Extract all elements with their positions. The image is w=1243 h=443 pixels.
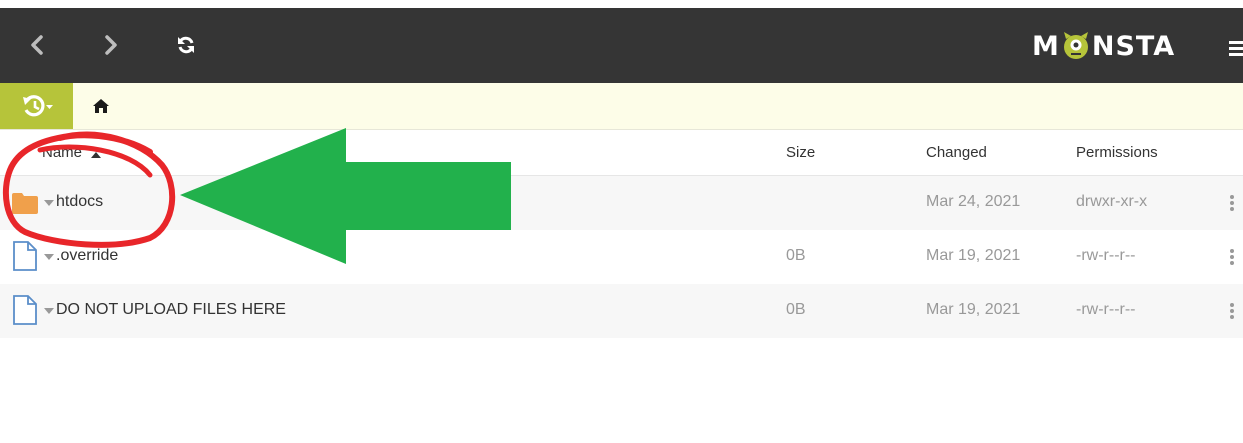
column-header-changed[interactable]: Changed [926,144,987,161]
back-button[interactable] [22,30,52,60]
column-header-permissions[interactable]: Permissions [1076,144,1158,161]
kebab-dot [1230,309,1234,313]
kebab-dot [1230,207,1234,211]
history-icon [22,95,53,117]
file-size: 0B [786,247,806,264]
logo-text-end: NSTA [1091,30,1176,62]
column-header-size[interactable]: Size [786,144,815,161]
chevron-down-icon[interactable] [44,200,54,206]
row-menu-button[interactable] [1230,195,1236,211]
folder-icon [12,193,38,214]
file-browser-page: M NSTA Name Size Changed Permissions htd… [0,0,1243,443]
kebab-dot [1230,315,1234,319]
table-row[interactable]: DO NOT UPLOAD FILES HERE 0B Mar 19, 2021… [0,284,1243,338]
kebab-dot [1230,261,1234,265]
file-changed: Mar 19, 2021 [926,247,1021,264]
monster-logo-icon [1063,32,1088,59]
chevron-left-icon [31,35,43,55]
file-name[interactable]: htdocs [56,193,103,211]
kebab-dot [1230,249,1234,253]
file-name[interactable]: DO NOT UPLOAD FILES HERE [56,301,286,319]
logo-text-start: M [1032,30,1060,62]
file-icon [13,241,37,271]
hamburger-line [1229,53,1243,56]
file-permissions: drwxr-xr-x [1076,193,1148,210]
kebab-dot [1230,195,1234,199]
file-changed: Mar 19, 2021 [926,301,1021,318]
breadcrumb [0,83,1243,130]
top-strip [0,0,1243,8]
hamburger-menu-icon [1229,41,1243,44]
row-menu-button[interactable] [1230,303,1236,319]
row-menu-button[interactable] [1230,249,1236,265]
forward-button[interactable] [96,30,126,60]
file-permissions: -rw-r--r-- [1076,301,1136,318]
hamburger-line [1229,47,1243,50]
table-row[interactable]: htdocs Mar 24, 2021 drwxr-xr-x [0,176,1243,230]
file-changed: Mar 24, 2021 [926,193,1021,210]
column-header-name[interactable]: Name [42,144,82,161]
sort-ascending-icon [91,152,101,158]
main-menu-button[interactable] [1229,41,1243,56]
chevron-right-icon [105,35,117,55]
kebab-dot [1230,201,1234,205]
chevron-down-icon[interactable] [44,308,54,314]
refresh-button[interactable] [171,30,201,60]
history-button[interactable] [0,83,73,129]
file-permissions: -rw-r--r-- [1076,247,1136,264]
kebab-dot [1230,303,1234,307]
home-icon[interactable] [93,99,109,113]
file-name[interactable]: .override [56,247,118,265]
refresh-icon [178,36,194,54]
table-row[interactable]: .override 0B Mar 19, 2021 -rw-r--r-- [0,230,1243,284]
monsta-logo: M NSTA [1032,30,1175,62]
file-icon [13,295,37,325]
chevron-down-icon[interactable] [44,254,54,260]
top-toolbar: M NSTA [0,8,1243,83]
file-size: 0B [786,301,806,318]
kebab-dot [1230,255,1234,259]
table-header: Name Size Changed Permissions [0,130,1243,176]
